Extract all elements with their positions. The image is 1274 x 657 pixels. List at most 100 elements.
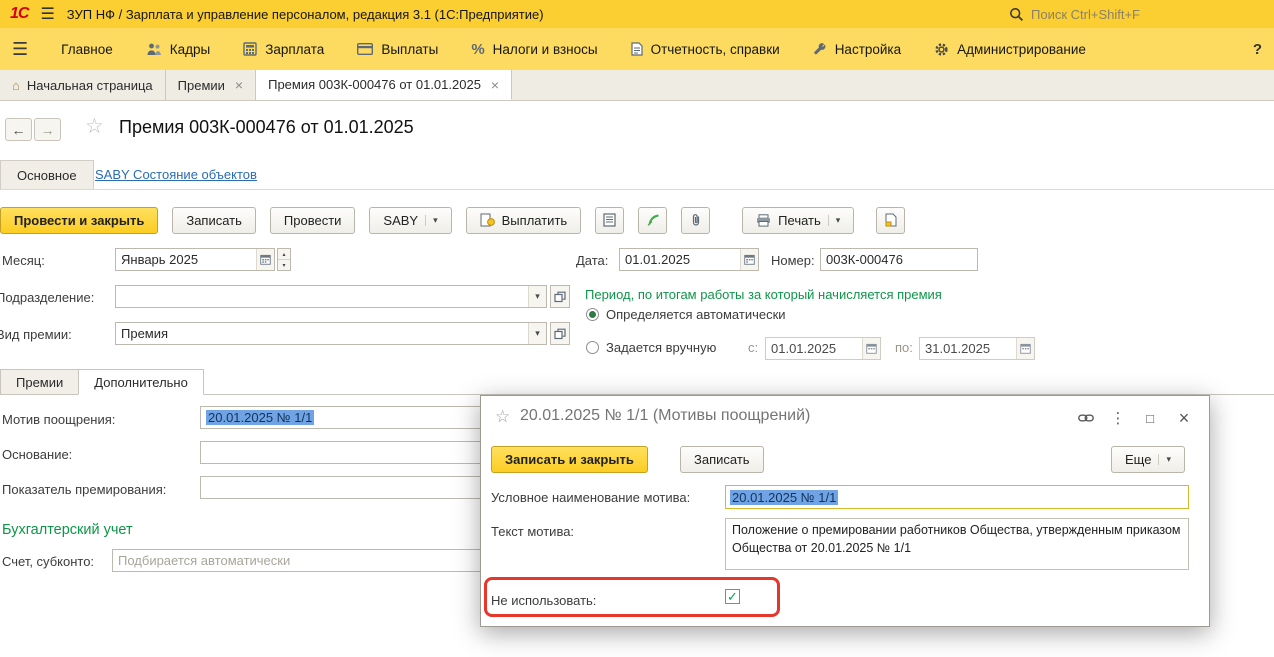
more-button[interactable]: Еще ▾	[1111, 446, 1185, 473]
favorite-star-icon[interactable]: ☆	[85, 114, 104, 139]
bonus-type-value: Премия	[121, 326, 524, 341]
create-based-on-button[interactable]	[876, 207, 905, 234]
form-tabs: Премии Дополнительно	[0, 370, 1274, 395]
print-button[interactable]: Печать ▾	[742, 207, 854, 234]
button-label: Выплатить	[502, 213, 568, 228]
sections-menu-icon[interactable]: ☰	[12, 39, 28, 60]
date-input[interactable]: 01.01.2025	[619, 248, 759, 271]
printer-icon	[756, 214, 771, 227]
tab-premii[interactable]: Премии	[0, 369, 79, 394]
spin-down-icon[interactable]: ▾	[278, 260, 290, 270]
forward-button[interactable]: →	[34, 118, 61, 141]
menu-item-nalogi[interactable]: % Налоги и взносы	[471, 41, 597, 58]
menu-label: Главное	[61, 42, 113, 57]
menu-item-vyplaty[interactable]: Выплаты	[357, 42, 438, 57]
post-and-close-button[interactable]: Провести и закрыть	[0, 207, 158, 234]
help-button[interactable]: ?	[1253, 41, 1262, 58]
tab-premiya-document[interactable]: Премия 003К-000476 от 01.01.2025 ×	[256, 70, 512, 100]
account-placeholder: Подбирается автоматически	[118, 553, 536, 568]
menu-item-zarplata[interactable]: Зарплата	[243, 42, 324, 57]
app-title: ЗУП НФ / Зарплата и управление персонало…	[67, 7, 544, 22]
title-bar: 1С ☰ ЗУП НФ / Зарплата и управление перс…	[0, 0, 1274, 28]
tab-premii-list[interactable]: Премии ×	[166, 70, 256, 100]
month-stepper[interactable]: ▴ ▾	[277, 248, 291, 271]
menu-item-kadry[interactable]: Кадры	[146, 42, 210, 57]
dialog-title: 20.01.2025 № 1/1 (Мотивы поощрений)	[520, 407, 810, 425]
get-link-icon[interactable]	[1075, 408, 1097, 428]
register-records-button[interactable]	[595, 207, 624, 234]
account-input[interactable]: Подбирается автоматически	[112, 549, 542, 572]
accounting-section-header: Бухгалтерский учет	[2, 522, 133, 538]
period-from-input[interactable]: 01.01.2025	[765, 337, 881, 360]
menu-label: Отчетность, справки	[651, 42, 780, 57]
motive-name-input[interactable]: 20.01.2025 № 1/1	[725, 485, 1189, 509]
chevron-down-icon: ▾	[828, 215, 841, 226]
dialog-save-button[interactable]: Записать	[680, 446, 764, 473]
menu-item-administrirovanie[interactable]: Администрирование	[934, 42, 1086, 57]
radio-auto-label[interactable]: Определяется автоматически	[606, 307, 786, 322]
close-tab-icon[interactable]: ×	[235, 77, 243, 93]
chevron-down-icon[interactable]: ▾	[528, 286, 546, 307]
nav-tab-osnovnoe[interactable]: Основное	[0, 160, 94, 190]
save-button[interactable]: Записать	[172, 207, 256, 234]
calendar-icon[interactable]	[256, 249, 274, 270]
post-button[interactable]: Провести	[270, 207, 356, 234]
number-input[interactable]: 003К-000476	[820, 248, 978, 271]
people-icon	[146, 42, 162, 56]
number-label: Номер:	[771, 253, 815, 268]
radio-manual-label[interactable]: Задается вручную	[606, 340, 716, 355]
quill-icon	[646, 213, 660, 227]
attachments-button[interactable]	[681, 207, 710, 234]
edit-comment-button[interactable]	[638, 207, 667, 234]
basis-label: Основание:	[2, 447, 72, 462]
bonus-type-open-button[interactable]	[550, 322, 570, 345]
report-icon	[631, 42, 643, 56]
unused-checkbox[interactable]: ✓	[725, 589, 740, 604]
favorite-star-icon[interactable]: ☆	[495, 407, 510, 427]
close-dialog-icon[interactable]: ×	[1173, 408, 1195, 428]
motive-text-input[interactable]: Положение о премировании работников Обще…	[725, 518, 1189, 570]
radio-auto-period[interactable]	[586, 308, 599, 321]
gear-icon	[934, 42, 949, 57]
date-label: Дата:	[576, 253, 608, 268]
account-label: Счет, субконто:	[2, 554, 94, 569]
kebab-menu-icon[interactable]: ⋮	[1107, 408, 1129, 428]
tab-label: Дополнительно	[94, 375, 188, 390]
department-combo[interactable]: ▾	[115, 285, 547, 308]
indicator-label: Показатель премирования:	[2, 482, 166, 497]
pay-button[interactable]: Выплатить	[466, 207, 582, 234]
home-icon: ⌂	[12, 78, 20, 93]
button-label: SABY	[383, 213, 418, 228]
period-to-input[interactable]: 31.01.2025	[919, 337, 1035, 360]
global-search[interactable]: Поиск Ctrl+Shift+F	[1009, 7, 1264, 22]
main-menu-icon[interactable]: ☰	[40, 4, 54, 24]
motive-value: 20.01.2025 № 1/1	[206, 410, 314, 425]
file-plus-icon	[885, 213, 897, 227]
saby-status-link[interactable]: SABY Состояние объектов	[95, 167, 257, 182]
window-restore-icon[interactable]: □	[1139, 408, 1161, 428]
motive-text-label: Текст мотива:	[491, 524, 574, 539]
month-input[interactable]: Январь 2025	[115, 248, 275, 271]
calendar-icon[interactable]	[740, 249, 758, 270]
nav-tab-label: Основное	[17, 168, 77, 183]
button-label: Печать	[778, 213, 821, 228]
tab-dopolnitelno[interactable]: Дополнительно	[78, 369, 204, 395]
dialog-save-and-close-button[interactable]: Записать и закрыть	[491, 446, 648, 473]
menu-label: Администрирование	[957, 42, 1086, 57]
chevron-down-icon[interactable]: ▾	[528, 323, 546, 344]
tab-home[interactable]: ⌂ Начальная страница	[0, 70, 166, 100]
bonus-type-combo[interactable]: Премия ▾	[115, 322, 547, 345]
close-tab-icon[interactable]: ×	[491, 77, 499, 93]
motive-dialog: ☆ 20.01.2025 № 1/1 (Мотивы поощрений) ⋮ …	[480, 395, 1210, 627]
motive-name-value: 20.01.2025 № 1/1	[730, 490, 838, 505]
spin-up-icon[interactable]: ▴	[278, 249, 290, 260]
menu-item-glavnoe[interactable]: Главное	[61, 42, 113, 57]
menu-item-nastroyka[interactable]: Настройка	[813, 42, 901, 57]
menu-item-otchetnost[interactable]: Отчетность, справки	[631, 42, 780, 57]
radio-manual-period[interactable]	[586, 341, 599, 354]
back-button[interactable]: ←	[5, 118, 32, 141]
saby-menu-button[interactable]: SABY ▾	[369, 207, 451, 234]
calendar-icon[interactable]	[862, 338, 880, 359]
calendar-icon[interactable]	[1016, 338, 1034, 359]
department-open-button[interactable]	[550, 285, 570, 308]
